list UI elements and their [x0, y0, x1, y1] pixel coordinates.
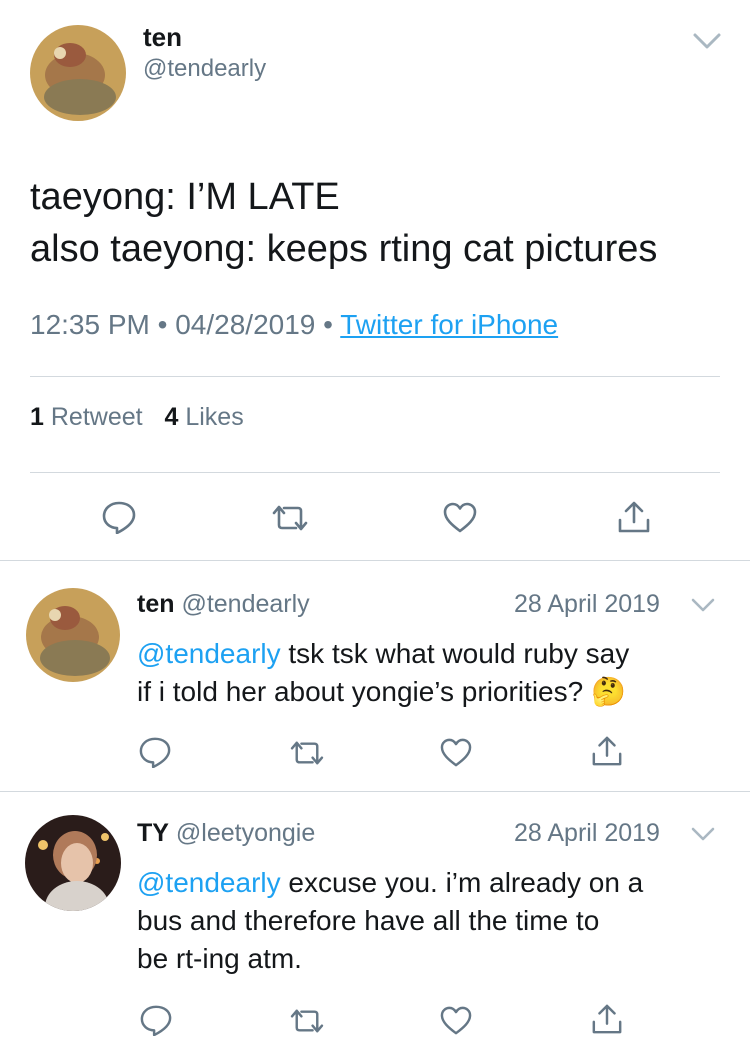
reply-date[interactable]: 28 April 2019: [514, 590, 660, 619]
author-avatar[interactable]: [30, 25, 126, 121]
like-icon[interactable]: [439, 738, 473, 768]
share-icon[interactable]: [617, 500, 651, 534]
retweet-icon[interactable]: [288, 739, 326, 767]
share-icon[interactable]: [591, 1003, 623, 1035]
tweet-text-line-1: taeyong: I’M LATE: [30, 176, 340, 218]
share-icon[interactable]: [591, 735, 623, 767]
like-icon[interactable]: [439, 1006, 473, 1036]
divider: [0, 791, 750, 792]
reply-text: if i told her about yongie’s priorities?: [137, 676, 584, 707]
reply-text-line-1: @tendearly excuse you. i’m already on a: [137, 865, 643, 901]
chevron-down-icon[interactable]: [690, 826, 716, 842]
reply-text-line-1: @tendearly tsk tsk what would ruby say: [137, 636, 629, 672]
reply-icon[interactable]: [101, 500, 137, 534]
engagement-stats: 1 Retweet 4 Likes: [30, 403, 244, 432]
tweet-date: 04/28/2019: [175, 309, 316, 340]
like-count[interactable]: 4: [164, 403, 178, 431]
retweet-icon[interactable]: [270, 503, 310, 533]
retweet-count[interactable]: 1: [30, 403, 44, 431]
mention-link[interactable]: @tendearly: [137, 867, 281, 898]
divider: [30, 376, 720, 377]
meta-separator: •: [323, 309, 333, 340]
reply-avatar[interactable]: [25, 815, 121, 911]
thinking-face-icon: 🤔: [590, 676, 626, 707]
reply-header: ten @tendearly: [137, 590, 310, 619]
divider: [30, 472, 720, 473]
author-handle[interactable]: @tendearly: [143, 55, 266, 83]
tweet-source-link[interactable]: Twitter for iPhone: [340, 309, 558, 340]
divider: [0, 560, 750, 561]
chevron-down-icon[interactable]: [692, 32, 722, 50]
retweet-icon[interactable]: [288, 1007, 326, 1035]
mention-link[interactable]: @tendearly: [137, 638, 281, 669]
reply-icon[interactable]: [138, 736, 172, 768]
reply-icon[interactable]: [139, 1004, 173, 1036]
reply-header: TY @leetyongie: [137, 819, 315, 848]
meta-separator: •: [157, 309, 168, 340]
reply-date[interactable]: 28 April 2019: [514, 819, 660, 848]
chevron-down-icon[interactable]: [690, 597, 716, 613]
like-label[interactable]: Likes: [185, 403, 243, 431]
tweet-text-line-2: also taeyong: keeps rting cat pictures: [30, 228, 658, 270]
reply-text-line-3: be rt-ing atm.: [137, 943, 302, 974]
tweet-meta: 12:35 PM • 04/28/2019 • Twitter for iPho…: [30, 309, 558, 341]
reply-text: tsk tsk what would ruby say: [280, 638, 630, 669]
author-name[interactable]: ten: [143, 22, 182, 53]
reply-author-handle[interactable]: @leetyongie: [176, 819, 315, 847]
retweet-label[interactable]: Retweet: [51, 403, 143, 431]
reply-avatar[interactable]: [26, 588, 120, 682]
reply-author-name[interactable]: TY: [137, 819, 169, 847]
reply-text-line-2: if i told her about yongie’s priorities?…: [137, 674, 626, 710]
reply-text-line-2: bus and therefore have all the time to: [137, 905, 600, 936]
reply-author-handle[interactable]: @tendearly: [181, 590, 309, 618]
tweet-time: 12:35 PM: [30, 309, 150, 340]
reply-text: excuse you. i’m already on a: [280, 867, 644, 898]
reply-author-name[interactable]: ten: [137, 590, 175, 618]
like-icon[interactable]: [442, 502, 478, 534]
